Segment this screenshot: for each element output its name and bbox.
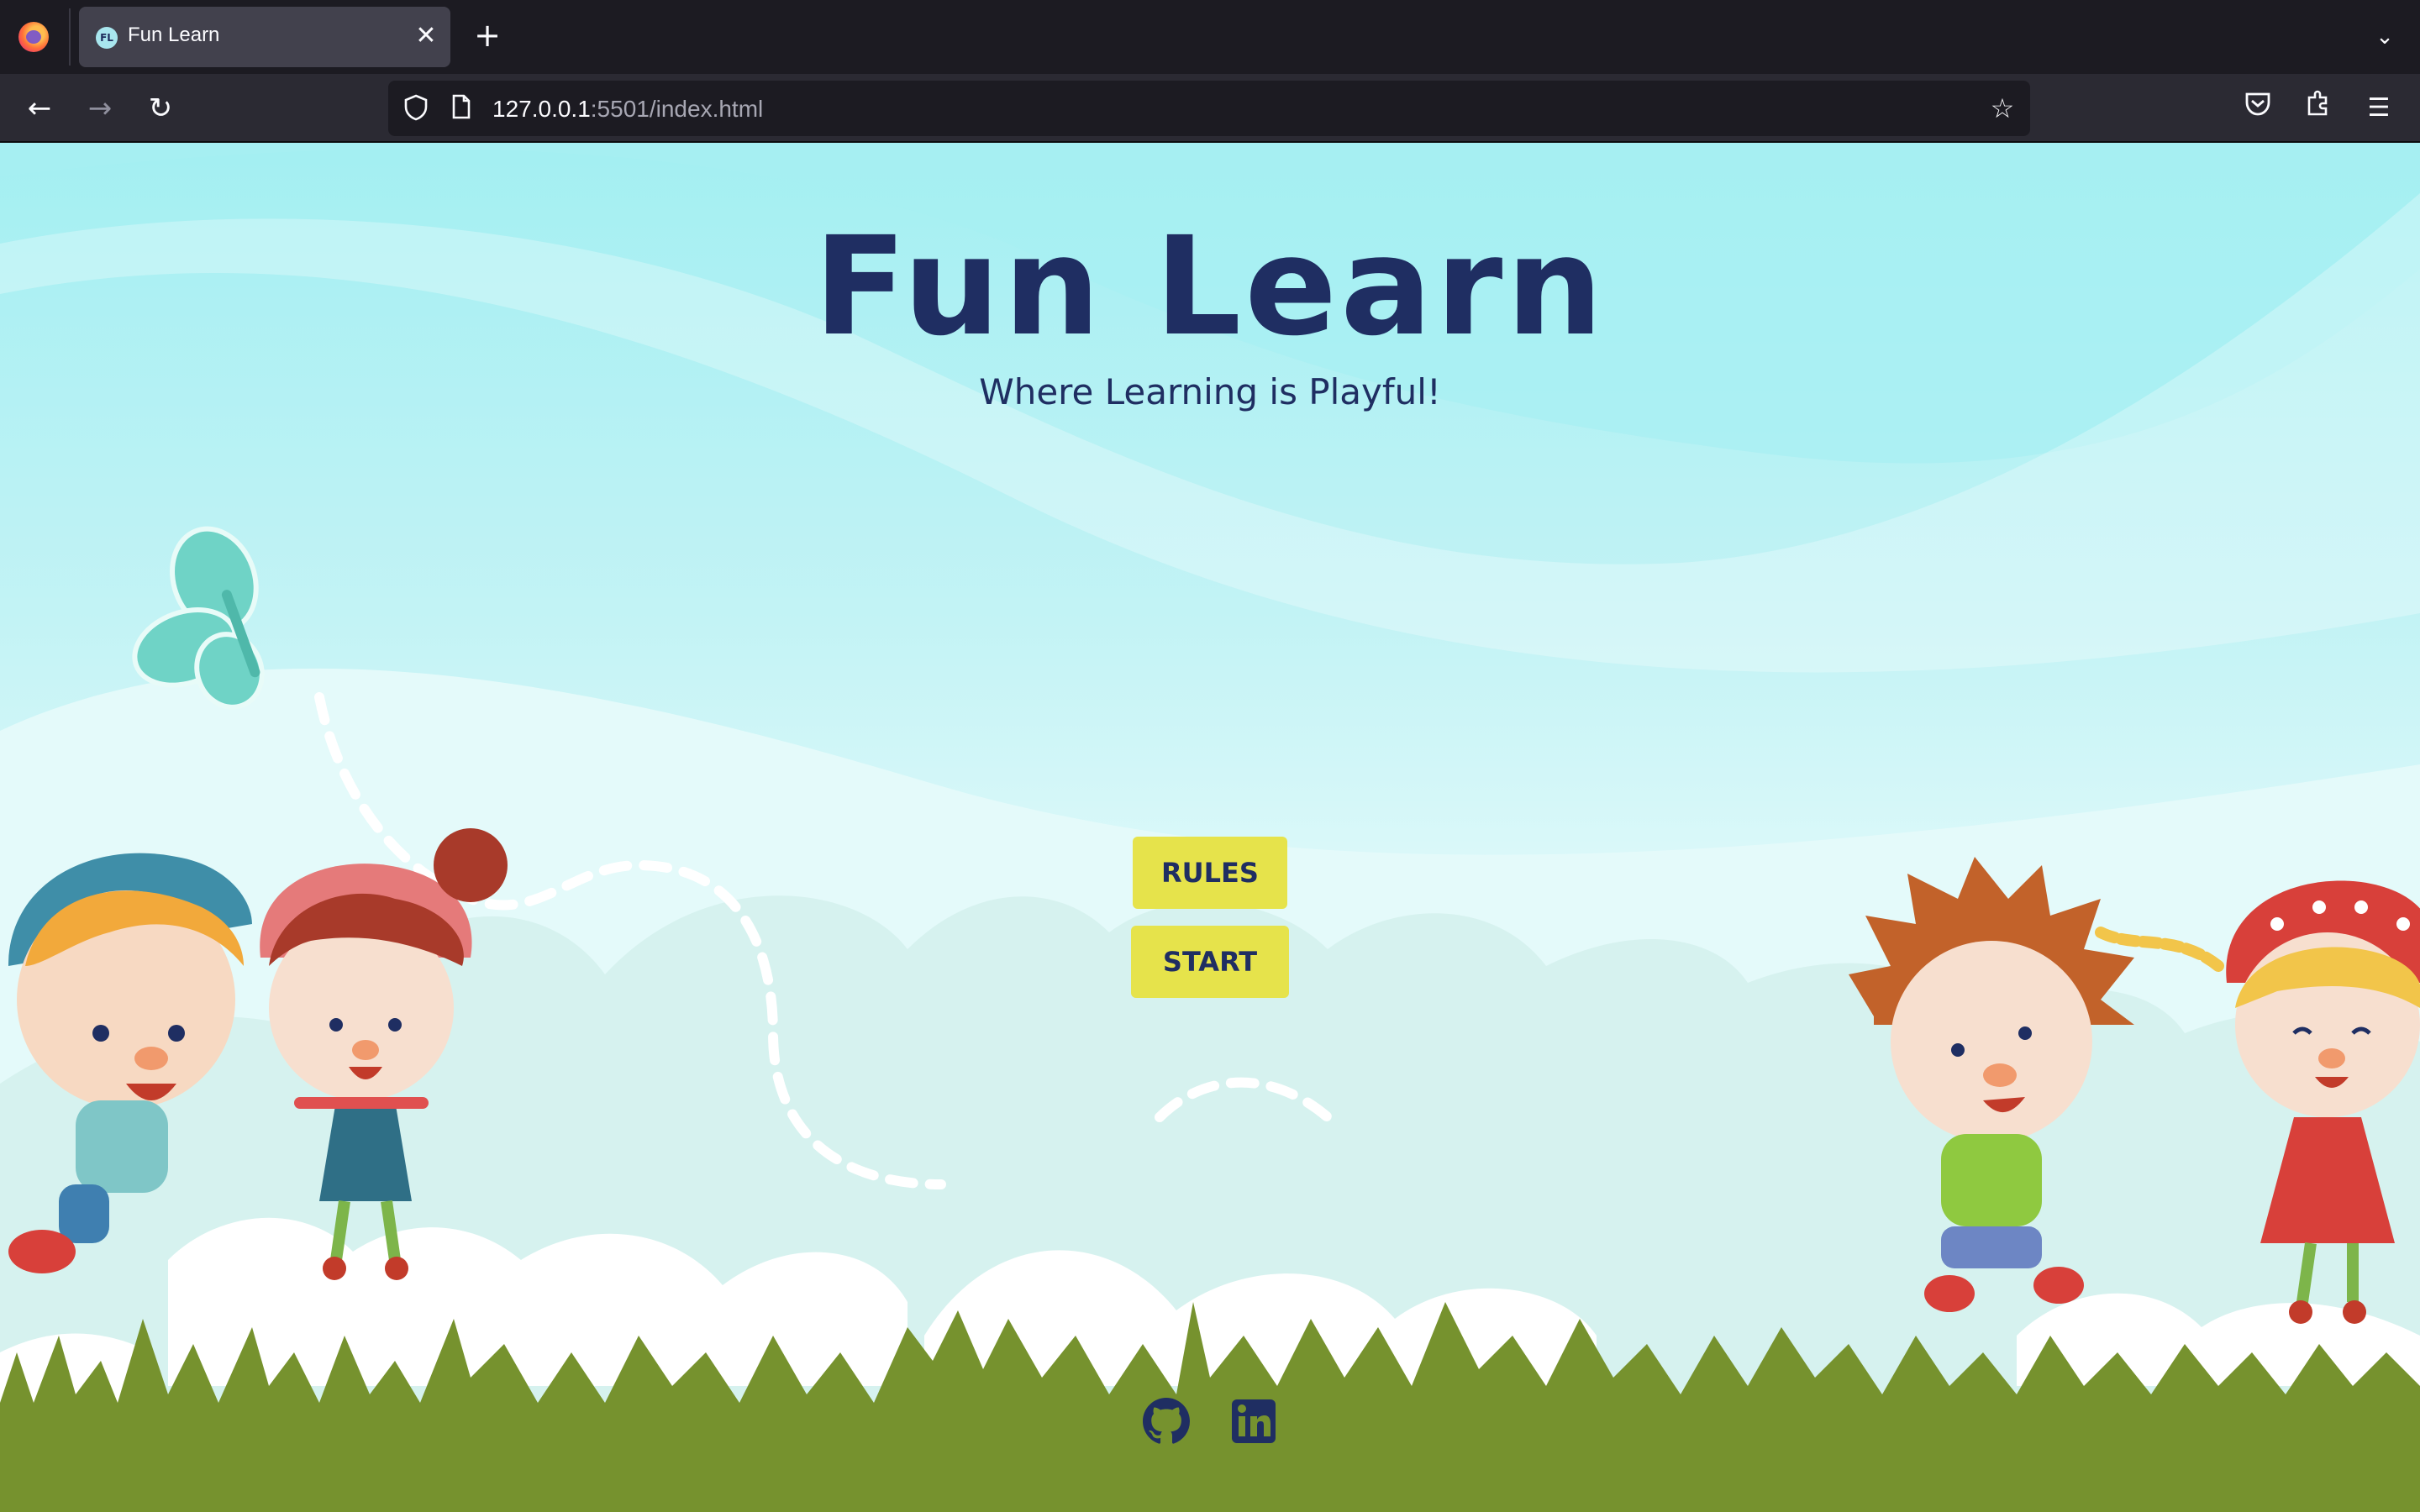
chevron-down-icon[interactable]: ⌄	[2370, 22, 2400, 52]
github-icon[interactable]	[1143, 1398, 1190, 1445]
tab-title: Fun Learn	[128, 24, 220, 46]
start-button[interactable]: START	[1131, 926, 1289, 998]
pocket-icon[interactable]	[2238, 89, 2277, 128]
rules-button[interactable]: RULES	[1133, 837, 1287, 909]
navigation-toolbar: ← → ↻ 127.0.0.1:5501/index.html ☆ ☰	[0, 74, 2420, 143]
address-bar[interactable]: 127.0.0.1:5501/index.html ☆	[388, 81, 2030, 136]
favicon-icon: FL	[96, 27, 118, 49]
page-title: Fun Learn	[813, 208, 1607, 366]
reload-icon[interactable]: ↻	[141, 89, 180, 128]
puzzle-icon[interactable]	[2299, 89, 2338, 128]
firefox-logo-icon[interactable]	[18, 22, 49, 52]
close-tab-icon[interactable]: ✕	[412, 22, 440, 50]
hamburger-menu-icon[interactable]: ☰	[2360, 89, 2398, 128]
back-arrow-icon[interactable]: ←	[20, 89, 59, 128]
tab-separator	[69, 8, 71, 66]
shield-icon[interactable]	[402, 94, 430, 123]
page-subtitle: Where Learning is Playful!	[979, 371, 1441, 412]
tab-fun-learn[interactable]: FL Fun Learn ✕	[79, 7, 450, 67]
url-text[interactable]: 127.0.0.1:5501/index.html	[492, 96, 763, 123]
url-host: 127.0.0.1	[492, 96, 591, 122]
linkedin-icon[interactable]	[1230, 1398, 1277, 1445]
browser-tab-strip: FL Fun Learn ✕ + ⌄	[0, 0, 2420, 74]
forward-arrow-icon[interactable]: →	[81, 89, 119, 128]
star-icon[interactable]: ☆	[1986, 92, 2018, 124]
web-page: Fun Learn Where Learning is Playful! RUL…	[0, 143, 2420, 1512]
page-info-icon[interactable]	[447, 94, 476, 123]
new-tab-icon[interactable]: +	[471, 18, 504, 52]
url-path: :5501/index.html	[590, 96, 764, 122]
